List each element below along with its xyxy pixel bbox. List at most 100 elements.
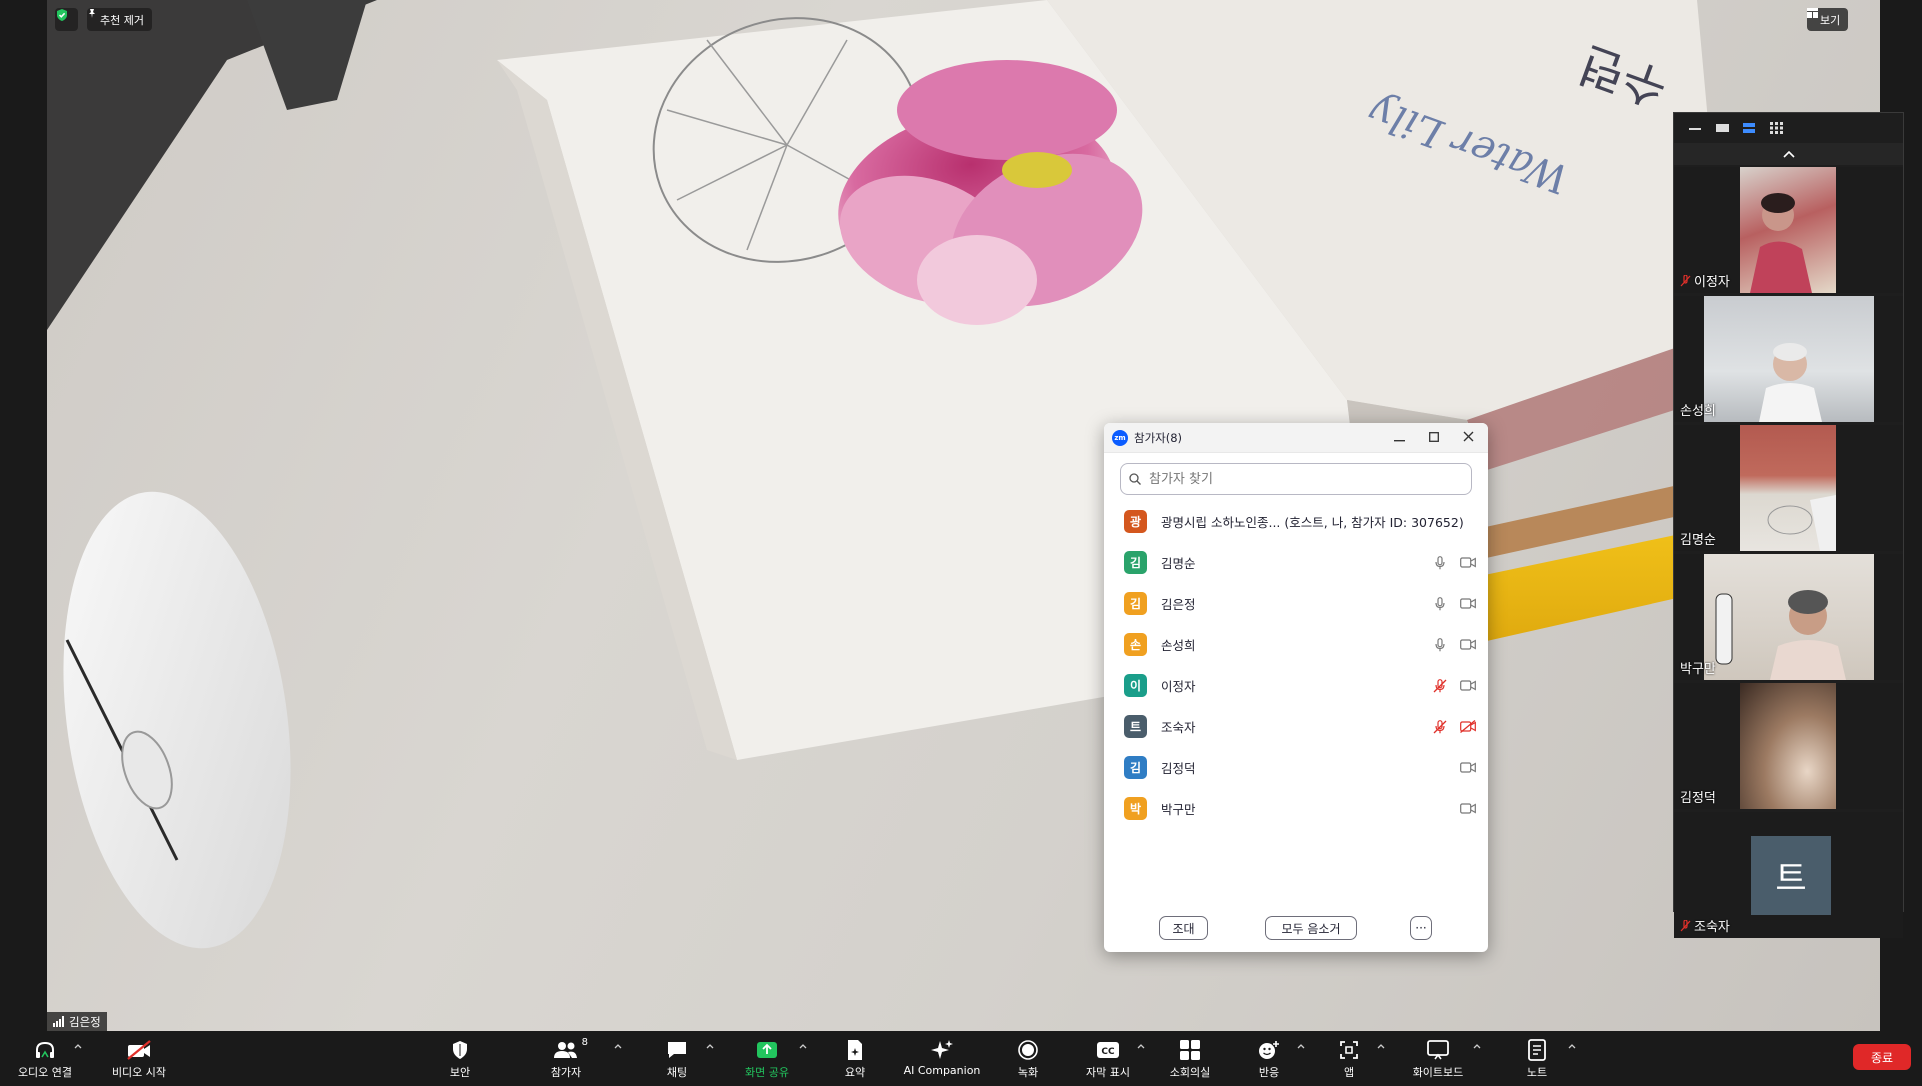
- share-screen-button[interactable]: 화면 공유: [737, 1031, 797, 1086]
- participant-name: 김정덕: [1161, 761, 1196, 776]
- close-icon[interactable]: [1463, 431, 1474, 445]
- ai-companion-button[interactable]: AI Companion: [900, 1031, 984, 1086]
- view-button[interactable]: 보기: [1807, 8, 1849, 31]
- notes-button[interactable]: 노트: [1522, 1031, 1552, 1086]
- tile-name-label: 손성희: [1680, 404, 1716, 419]
- maximize-icon[interactable]: [1429, 431, 1439, 445]
- participant-search-input[interactable]: [1147, 470, 1463, 488]
- closed-caption-icon: CC: [1097, 1037, 1119, 1063]
- participant-row[interactable]: 김 김은정: [1104, 583, 1488, 624]
- participant-avatar: 김: [1124, 756, 1147, 779]
- record-button[interactable]: 녹화: [1013, 1031, 1043, 1086]
- video-camera-icon[interactable]: [1460, 801, 1476, 817]
- mic-muted-icon[interactable]: [1432, 678, 1448, 694]
- captions-options-caret[interactable]: [1136, 1041, 1146, 1051]
- participant-tile[interactable]: 손성희: [1674, 296, 1903, 422]
- view-label: 보기: [1820, 13, 1841, 27]
- participants-options-caret[interactable]: [613, 1041, 623, 1051]
- ai-companion-label: AI Companion: [903, 1064, 981, 1077]
- mic-muted-icon[interactable]: [1432, 719, 1448, 735]
- apps-button[interactable]: 앱: [1334, 1031, 1364, 1086]
- participant-status-icons: [1432, 596, 1476, 612]
- video-label: 비디오 시작: [111, 1066, 167, 1079]
- participant-row[interactable]: 김 김명순: [1104, 542, 1488, 583]
- security-shield-badge[interactable]: [55, 8, 78, 31]
- signal-strength-icon: [53, 1016, 64, 1027]
- security-button[interactable]: 보안: [440, 1031, 480, 1086]
- video-camera-icon[interactable]: [1460, 678, 1476, 694]
- participant-row[interactable]: 이 이정자: [1104, 665, 1488, 706]
- participant-tile[interactable]: 김명순: [1674, 425, 1903, 551]
- participant-row[interactable]: 김 김정덕: [1104, 747, 1488, 788]
- more-options-button[interactable]: ···: [1410, 916, 1432, 940]
- record-label: 녹화: [1017, 1066, 1039, 1079]
- reactions-options-caret[interactable]: [1296, 1041, 1306, 1051]
- mic-icon[interactable]: [1432, 555, 1448, 571]
- video-camera-icon[interactable]: [1460, 760, 1476, 776]
- participant-row[interactable]: 트 조숙자: [1104, 706, 1488, 747]
- video-camera-icon[interactable]: [1460, 596, 1476, 612]
- video-button[interactable]: 비디오 시작: [106, 1031, 172, 1086]
- minimize-icon[interactable]: [1394, 431, 1405, 445]
- participant-avatar: 트: [1751, 836, 1831, 915]
- captions-button[interactable]: CC 자막 표시: [1082, 1031, 1134, 1086]
- tile-name-label: 이정자: [1680, 271, 1730, 290]
- single-view-icon[interactable]: [1714, 122, 1730, 134]
- share-options-caret[interactable]: [798, 1041, 808, 1051]
- mic-muted-icon: [1680, 919, 1691, 931]
- captions-label: 자막 표시: [1086, 1066, 1130, 1079]
- mute-all-button[interactable]: 모두 음소거: [1265, 916, 1357, 940]
- participant-tile[interactable]: 김정덕: [1674, 683, 1903, 809]
- participants-button[interactable]: 8 참가자: [540, 1031, 592, 1086]
- participant-name: 김명순: [1161, 556, 1196, 571]
- participant-row[interactable]: 손 손성희: [1104, 624, 1488, 665]
- mic-icon[interactable]: [1432, 637, 1448, 653]
- participant-name: 김은정: [1161, 597, 1196, 612]
- participant-row[interactable]: 광 광명시립 소하노인종... (호스트, 나, 참가자 ID: 307652): [1104, 501, 1488, 542]
- end-meeting-button[interactable]: 종료: [1853, 1044, 1911, 1070]
- invite-button[interactable]: 조대: [1159, 916, 1208, 940]
- emoji-plus-icon: [1258, 1037, 1280, 1063]
- video-camera-icon[interactable]: [1460, 555, 1476, 571]
- audio-options-caret[interactable]: [73, 1041, 83, 1051]
- video-off-icon[interactable]: [1460, 719, 1476, 735]
- participant-search-box[interactable]: [1120, 463, 1472, 495]
- whiteboard-button[interactable]: 화이트보드: [1406, 1031, 1470, 1086]
- participant-status-icons: [1432, 637, 1476, 653]
- breakout-rooms-button[interactable]: 소회의실: [1164, 1031, 1216, 1086]
- record-icon: [1018, 1037, 1038, 1063]
- shield-check-icon: [57, 9, 67, 21]
- video-camera-icon[interactable]: [1460, 637, 1476, 653]
- whiteboard-options-caret[interactable]: [1472, 1041, 1482, 1051]
- participant-name: 손성희: [1161, 638, 1196, 653]
- participant-status-icons: [1460, 801, 1476, 817]
- chat-button[interactable]: 채팅: [660, 1031, 694, 1086]
- apps-options-caret[interactable]: [1376, 1041, 1386, 1051]
- chat-options-caret[interactable]: [705, 1041, 715, 1051]
- reactions-button[interactable]: 반응: [1252, 1031, 1286, 1086]
- grid-view-icon[interactable]: [1768, 122, 1784, 134]
- gallery-scroll-up[interactable]: [1674, 143, 1903, 165]
- minimize-view-icon[interactable]: [1687, 122, 1703, 134]
- participant-tile[interactable]: 이정자: [1674, 167, 1903, 293]
- apps-label: 앱: [1343, 1066, 1355, 1079]
- participant-tile[interactable]: 박구만: [1674, 554, 1903, 680]
- chat-label: 채팅: [666, 1066, 688, 1079]
- participant-tile[interactable]: 트 조숙자: [1674, 812, 1903, 938]
- notes-options-caret[interactable]: [1567, 1041, 1577, 1051]
- participants-panel: zm 참가자(8) 광 광명시립 소하노인종... (호스트, 나, 참가자 ID…: [1104, 423, 1488, 952]
- participant-avatar: 김: [1124, 551, 1147, 574]
- recommend-remove-chip[interactable]: 추천 제거: [87, 8, 152, 31]
- participant-row[interactable]: 박 박구만: [1104, 788, 1488, 829]
- summary-button[interactable]: 요약: [838, 1031, 872, 1086]
- panel-titlebar[interactable]: zm 참가자(8): [1104, 423, 1488, 453]
- participant-video: [1740, 683, 1836, 809]
- participants-icon: 8: [554, 1037, 588, 1063]
- tile-name-label: 김명순: [1680, 533, 1716, 548]
- participant-video: [1704, 296, 1874, 422]
- strip-view-icon[interactable]: [1741, 122, 1757, 134]
- share-screen-icon: [756, 1037, 778, 1063]
- mic-icon[interactable]: [1432, 596, 1448, 612]
- audio-button[interactable]: 오디오 연결: [14, 1031, 76, 1086]
- security-label: 보안: [449, 1066, 471, 1079]
